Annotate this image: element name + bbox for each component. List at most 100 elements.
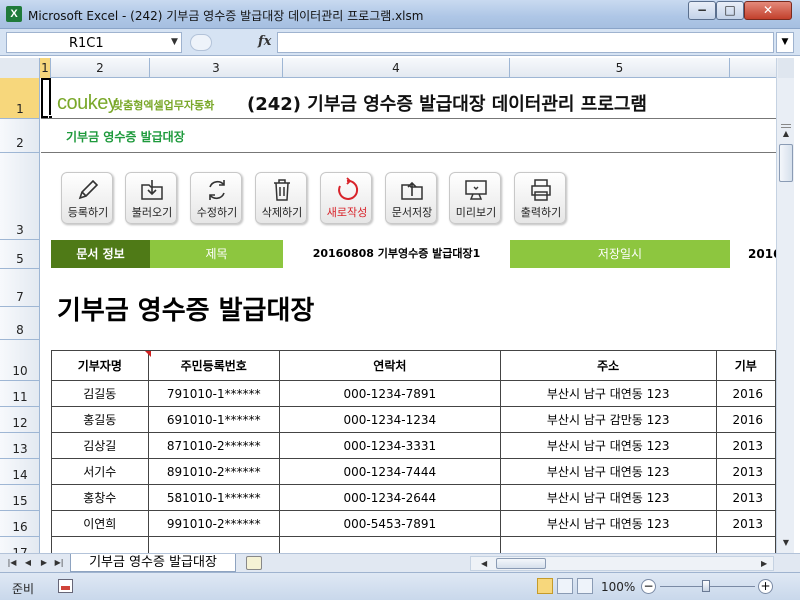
- last-sheet-icon[interactable]: ▶|: [53, 556, 65, 570]
- column-header[interactable]: 4: [283, 58, 510, 78]
- header-resident-number[interactable]: 주민등록번호: [147, 350, 280, 381]
- header-contact[interactable]: 연락처: [278, 350, 501, 381]
- address-cell[interactable]: 부산시 남구 대연동 123: [499, 510, 717, 537]
- row-header[interactable]: 10: [0, 340, 39, 381]
- address-cell[interactable]: 부산시 남구 대연동 123: [499, 458, 717, 485]
- donation-date-cell[interactable]: 2016: [715, 406, 776, 433]
- empty-cell[interactable]: [147, 536, 280, 553]
- register-button[interactable]: 등록하기: [61, 172, 113, 224]
- column-header[interactable]: [730, 58, 776, 78]
- donor-name-cell[interactable]: 김상길: [51, 432, 149, 459]
- expand-formula-bar-button[interactable]: ▼: [776, 32, 794, 53]
- address-cell[interactable]: 부산시 남구 대연동 123: [499, 484, 717, 511]
- normal-view-button[interactable]: [537, 578, 553, 594]
- donation-date-cell[interactable]: 2013: [715, 432, 776, 459]
- maximize-button[interactable]: □: [716, 1, 744, 20]
- scroll-down-icon[interactable]: ▼: [778, 535, 794, 551]
- row-header[interactable]: 13: [0, 433, 39, 459]
- resident-number-cell[interactable]: 581010-1******: [147, 484, 280, 511]
- donor-name-cell[interactable]: 김길동: [51, 380, 149, 407]
- formula-input[interactable]: [277, 32, 774, 53]
- row-header[interactable]: 5: [0, 240, 39, 269]
- horizontal-scroll-thumb[interactable]: [496, 558, 546, 569]
- new-document-button[interactable]: 새로작성: [320, 172, 372, 224]
- sheet-tab[interactable]: 기부금 영수증 발급대장: [70, 554, 236, 572]
- minimize-button[interactable]: −: [688, 1, 716, 20]
- column-header[interactable]: 2: [51, 58, 150, 78]
- row-header[interactable]: 17: [0, 537, 39, 553]
- empty-cell[interactable]: [499, 536, 717, 553]
- contact-cell[interactable]: 000-5453-7891: [278, 510, 501, 537]
- title-value[interactable]: 20160808 기부영수증 발급대장1: [283, 240, 510, 268]
- vertical-scrollbar[interactable]: ▲ ▼: [776, 58, 794, 553]
- column-header[interactable]: 1: [40, 58, 51, 78]
- scroll-left-icon[interactable]: ◀: [481, 557, 493, 570]
- scroll-up-icon[interactable]: ▲: [778, 126, 794, 142]
- contact-cell[interactable]: 000-1234-7891: [278, 380, 501, 407]
- empty-cell[interactable]: [51, 536, 149, 553]
- donation-date-cell[interactable]: 2013: [715, 458, 776, 485]
- insert-sheet-icon[interactable]: [246, 556, 262, 570]
- vertical-scroll-thumb[interactable]: [779, 144, 793, 182]
- row-header[interactable]: 3: [0, 153, 39, 240]
- page-break-view-button[interactable]: [577, 578, 593, 594]
- header-address[interactable]: 주소: [499, 350, 717, 381]
- donation-date-cell[interactable]: 2013: [715, 510, 776, 537]
- formula-bar-grip[interactable]: [190, 34, 212, 51]
- next-sheet-icon[interactable]: ▶: [38, 556, 50, 570]
- row-header[interactable]: 7: [0, 269, 39, 307]
- print-button[interactable]: 출력하기: [514, 172, 566, 224]
- row-header[interactable]: 1: [0, 78, 39, 119]
- donor-name-cell[interactable]: 홍창수: [51, 484, 149, 511]
- prev-sheet-icon[interactable]: ◀: [22, 556, 34, 570]
- empty-cell[interactable]: [278, 536, 501, 553]
- macro-recording-icon[interactable]: [58, 579, 73, 593]
- zoom-level[interactable]: 100%: [601, 580, 635, 594]
- resident-number-cell[interactable]: 791010-1******: [147, 380, 280, 407]
- select-all-corner[interactable]: [0, 58, 40, 78]
- zoom-slider-thumb[interactable]: [702, 580, 710, 592]
- address-cell[interactable]: 부산시 남구 대연동 123: [499, 432, 717, 459]
- close-button[interactable]: ✕: [744, 1, 792, 20]
- donor-name-cell[interactable]: 이연희: [51, 510, 149, 537]
- delete-button[interactable]: 삭제하기: [255, 172, 307, 224]
- empty-cell[interactable]: [715, 536, 776, 553]
- comment-indicator[interactable]: [145, 351, 151, 357]
- zoom-in-button[interactable]: +: [758, 579, 773, 594]
- chevron-down-icon[interactable]: ▼: [171, 37, 178, 47]
- row-header[interactable]: 12: [0, 407, 39, 433]
- zoom-out-button[interactable]: −: [641, 579, 656, 594]
- preview-button[interactable]: 미리보기: [449, 172, 501, 224]
- first-sheet-icon[interactable]: |◀: [6, 556, 18, 570]
- resident-number-cell[interactable]: 871010-2******: [147, 432, 280, 459]
- resident-number-cell[interactable]: 991010-2******: [147, 510, 280, 537]
- column-header[interactable]: 5: [510, 58, 730, 78]
- row-header[interactable]: 14: [0, 459, 39, 485]
- row-header[interactable]: 15: [0, 485, 39, 511]
- contact-cell[interactable]: 000-1234-2644: [278, 484, 501, 511]
- contact-cell[interactable]: 000-1234-3331: [278, 432, 501, 459]
- address-cell[interactable]: 부산시 남구 감만동 123: [499, 406, 717, 433]
- contact-cell[interactable]: 000-1234-1234: [278, 406, 501, 433]
- edit-button[interactable]: 수정하기: [190, 172, 242, 224]
- donation-date-cell[interactable]: 2013: [715, 484, 776, 511]
- save-document-button[interactable]: 문서저장: [385, 172, 437, 224]
- contact-cell[interactable]: 000-1234-7444: [278, 458, 501, 485]
- header-donor-name[interactable]: 기부자명: [51, 350, 149, 381]
- worksheet[interactable]: coukey 맞춤형엑셀업무자동화 (242) 기부금 영수증 발급대장 데이터…: [41, 78, 776, 553]
- insert-function-icon[interactable]: fx: [258, 34, 271, 49]
- page-layout-view-button[interactable]: [557, 578, 573, 594]
- row-header[interactable]: 2: [0, 119, 39, 153]
- name-box[interactable]: R1C1 ▼: [6, 32, 182, 53]
- donor-name-cell[interactable]: 홍길동: [51, 406, 149, 433]
- load-button[interactable]: 불러오기: [125, 172, 177, 224]
- resident-number-cell[interactable]: 691010-1******: [147, 406, 280, 433]
- row-header[interactable]: 8: [0, 307, 39, 340]
- header-donation-date[interactable]: 기부: [715, 350, 776, 381]
- scroll-right-icon[interactable]: ▶: [761, 557, 773, 570]
- donation-date-cell[interactable]: 2016: [715, 380, 776, 407]
- saved-at-value[interactable]: 2016: [730, 240, 776, 268]
- column-header[interactable]: 3: [150, 58, 283, 78]
- donor-name-cell[interactable]: 서기수: [51, 458, 149, 485]
- row-header[interactable]: 16: [0, 511, 39, 537]
